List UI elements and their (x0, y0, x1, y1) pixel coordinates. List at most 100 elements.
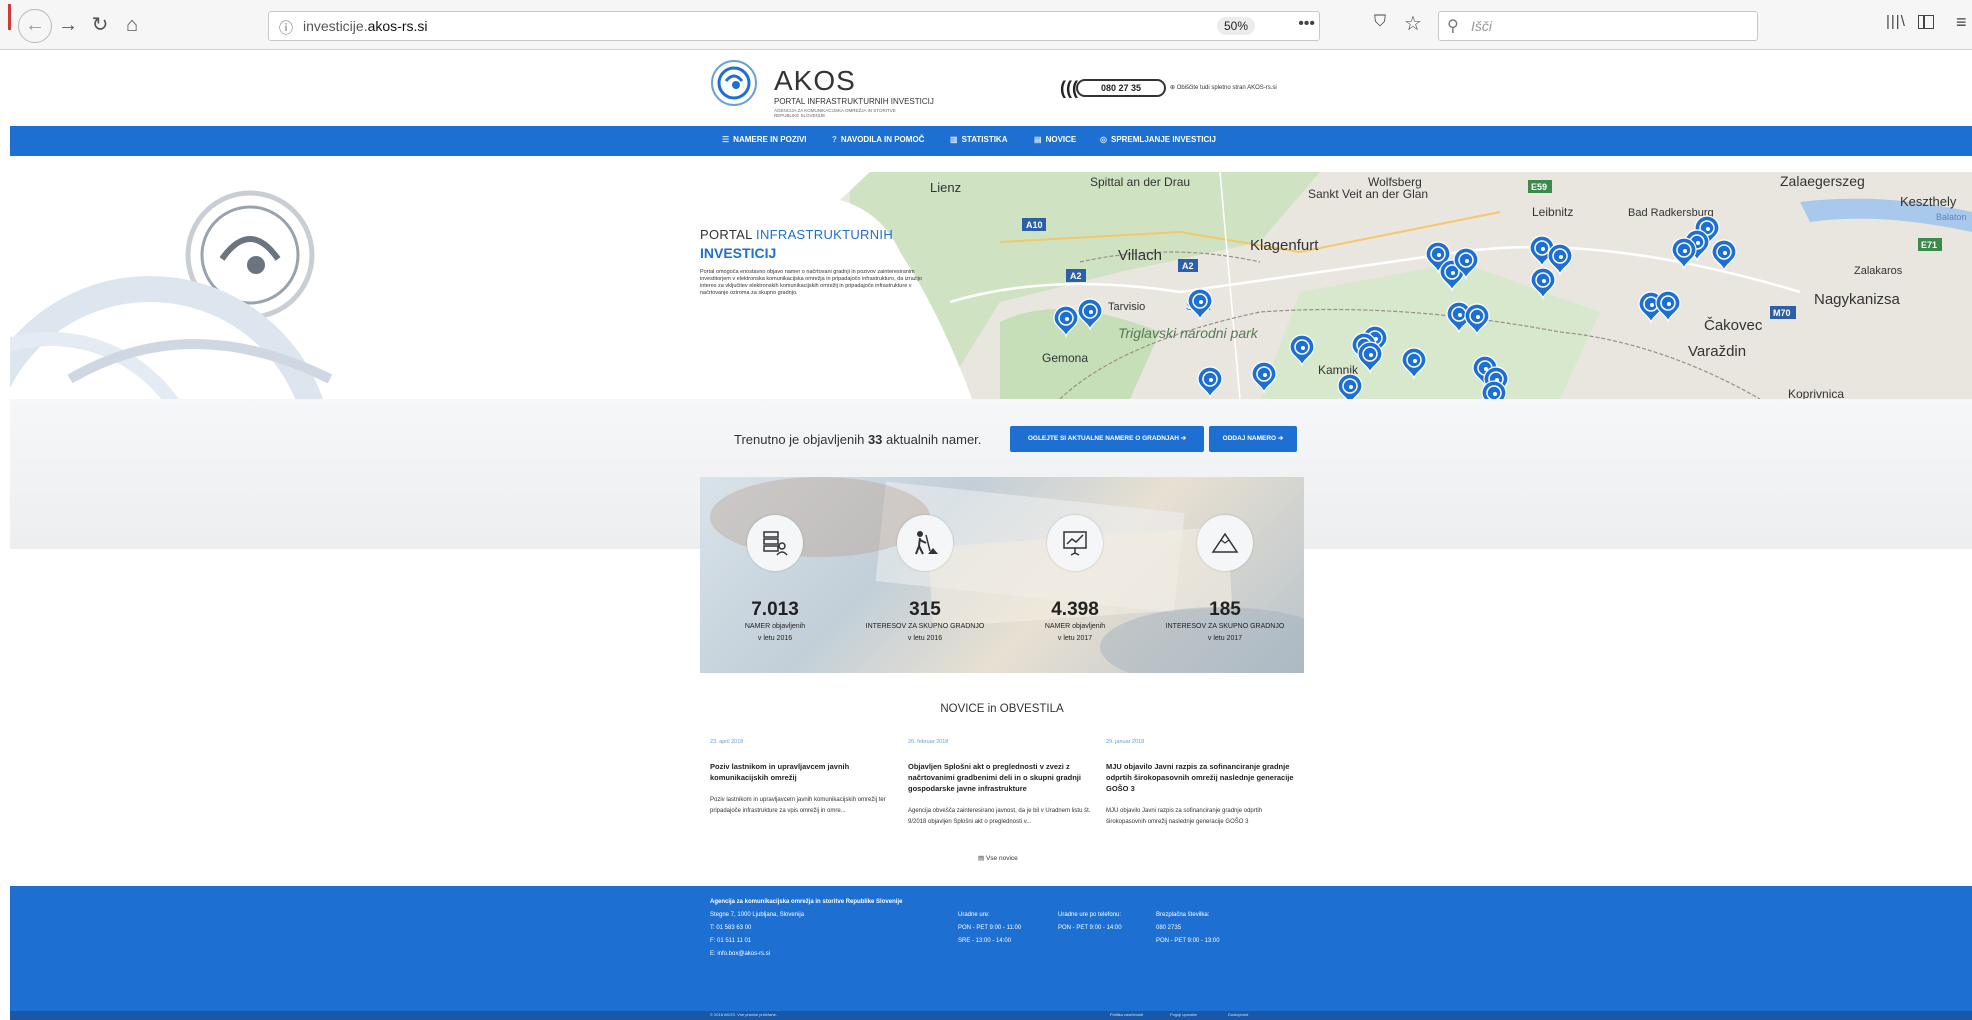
presentation-chart-icon (1047, 515, 1103, 571)
submit-intent-button[interactable]: ODDAJ NAMERO ➔ (1209, 426, 1297, 452)
logo-subtitle: PORTAL INFRASTRUKTURNIH INVESTICIJ (774, 97, 934, 106)
active-intents-text: Trenutno je objavljenih 33 aktualnih nam… (734, 432, 982, 447)
terms-link[interactable]: Pogoji uporabe (1170, 1012, 1197, 1017)
logo-agency-name: AGENCIJA ZA KOMUNIKACIJSKA OMREŽJA IN ST… (774, 108, 896, 118)
main-navigation: ☰ NAMERE IN POZIVI ? NAVODILA IN POMOČ ▥ ST… (10, 126, 1972, 156)
view-current-intents-button[interactable]: OGLEJTE SI AKTUALNE NAMERE O GRADNJAH ➔ (1010, 426, 1204, 452)
hamburger-menu-icon[interactable]: ≡ (1956, 12, 1967, 33)
map-label: Zalaegerszeg (1780, 173, 1865, 189)
nav-item-novice[interactable]: ▤ NOVICE (1034, 135, 1076, 144)
map-label: Keszthely (1900, 194, 1957, 209)
search-placeholder: Išči (1471, 18, 1492, 34)
stat-item: 4.398 NAMER objavljenih v letu 2017 (1000, 477, 1150, 673)
nav-item-statistika[interactable]: ▥ STATISTIKA (950, 135, 1007, 144)
arrow-left-icon: ← (25, 14, 45, 36)
arrow-circle-right-icon: ➔ (1180, 435, 1187, 442)
map-pin[interactable] (1481, 380, 1507, 399)
logo-title[interactable]: AKOS (774, 65, 856, 97)
footer-office-hours: Uradne ure: PON - PET 9:00 - 11:00 SRE -… (958, 912, 1022, 944)
stat-item: 185 INTERESOV ZA SKUPNO GRADNJO v letu 2… (1150, 477, 1300, 673)
page-actions-icon[interactable]: ••• (1298, 15, 1315, 33)
map-label: Sankt Veit an der Glan (1308, 187, 1428, 201)
target-icon: ◎ (1100, 135, 1107, 144)
map-label: Leibnitz (1532, 205, 1573, 219)
arrow-circle-right-icon: ➔ (1277, 435, 1284, 442)
stat-label: NAMER objavljenih (744, 623, 806, 630)
stat-year: v letu 2017 (1057, 635, 1093, 642)
digging-worker-icon (897, 515, 953, 571)
pocket-icon[interactable]: ⛉ (1374, 13, 1386, 31)
arrow-right-icon: → (58, 14, 78, 36)
news-icon: ▤ (1034, 135, 1042, 144)
news-icon: ▤ (978, 855, 985, 862)
stat-label: INTERESOV ZA SKUPNO GRADNJO (865, 623, 985, 630)
map-label: Tarvisio (1108, 301, 1145, 313)
news-heading: NOVICE in OBVESTILA (940, 703, 1064, 715)
forward-button[interactable]: → (56, 13, 80, 37)
back-button[interactable]: ← (18, 9, 52, 43)
url-text: investicije.akos-rs.si (303, 18, 428, 34)
help-icon: ? (832, 135, 837, 144)
chart-icon: ▥ (950, 135, 958, 144)
search-field[interactable]: ⚲ Išči (1438, 11, 1758, 41)
stat-label: NAMER objavljenih (1044, 623, 1106, 630)
reload-icon: ↻ (91, 14, 109, 36)
stat-value: 185 (1209, 599, 1241, 620)
window-accent (8, 4, 11, 30)
map-label: Zalakaros (1854, 265, 1903, 277)
map-label: Wolfsberg (1368, 175, 1422, 189)
sidebar-toggle-icon[interactable] (1918, 15, 1934, 29)
accessibility-link[interactable]: Dostopnost (1228, 1012, 1248, 1017)
bookmark-star-icon[interactable]: ☆ (1404, 11, 1422, 36)
external-site-link[interactable]: ⊕ Obiščite tudi spletno stran AKOS-rs.si (1170, 84, 1277, 91)
server-user-icon (747, 515, 803, 571)
reload-button[interactable]: ↻ (88, 13, 112, 37)
stat-value: 7.013 (751, 599, 799, 620)
browser-toolbar: ← → ↻ ⌂ ⓘ investicije.akos-rs.si 50% •••… (0, 0, 1972, 50)
footer-email[interactable]: E: info.box@akos-rs.si (710, 951, 770, 957)
map-label: Varaždin (1688, 343, 1746, 360)
stat-year: v letu 2016 (907, 635, 943, 642)
footer-free-number: Brezplačna številka: 080 2735 PON - PET … (1156, 912, 1220, 944)
svg-text:A2: A2 (1182, 261, 1194, 271)
news-title[interactable]: MJU objavilo Javni razpis za sofinancira… (1106, 761, 1296, 794)
nav-item-navodila[interactable]: ? NAVODILA IN POMOČ (832, 135, 924, 144)
home-button[interactable]: ⌂ (120, 13, 144, 37)
privacy-link[interactable]: Politika zasebnosti (1110, 1012, 1143, 1017)
svg-text:M70: M70 (1773, 308, 1791, 318)
info-icon[interactable]: ⓘ (279, 18, 293, 38)
phone-number: 080 27 35 (1076, 79, 1166, 97)
map-label: Gemona (1042, 351, 1088, 365)
library-icon[interactable]: |||\ (1886, 13, 1906, 30)
nav-item-namere[interactable]: ☰ NAMERE IN POZIVI (722, 135, 807, 144)
news-excerpt: MJU objavilo Javni razpis za sofinancira… (1106, 808, 1263, 825)
map-label: Villach (1118, 247, 1162, 264)
nav-item-spremljanje[interactable]: ◎ SPREMLJANJE INVESTICIJ (1100, 135, 1216, 144)
news-item[interactable]: 29. januar 2018 MJU objavilo Javni razpi… (1106, 739, 1296, 828)
news-title[interactable]: Objavljen Splošni akt o preglednosti v z… (908, 761, 1098, 794)
web-page: AKOS PORTAL INFRASTRUKTURNIH INVESTICIJ … (10, 51, 1972, 1020)
statistics-panel: 7.013 NAMER objavljenih v letu 2016 315 … (700, 477, 1304, 673)
news-item[interactable]: 26. februar 2018 Objavljen Splošni akt o… (908, 739, 1098, 828)
all-news-link[interactable]: ▤ Vse novice (978, 854, 1018, 862)
news-item[interactable]: 23. april 2018 Poziv lastnikom in upravl… (710, 739, 900, 817)
news-date: 26. februar 2018 (908, 739, 949, 745)
akos-logo-icon[interactable] (710, 59, 758, 107)
map-label: Klagenfurt (1250, 237, 1319, 254)
search-icon: ⚲ (1447, 18, 1459, 35)
sub-footer: © 2018 AKOS. Vse pravice pridržane. Poli… (10, 1011, 1972, 1020)
map-label: Spittal an der Drau (1090, 175, 1190, 189)
address-bar[interactable]: ⓘ investicije.akos-rs.si 50% ••• (268, 11, 1320, 41)
map-label: Balaton (1936, 212, 1967, 222)
list-icon: ☰ (722, 135, 730, 144)
stat-year: v letu 2016 (757, 635, 793, 642)
active-intents-count: 33 (867, 432, 883, 447)
news-title[interactable]: Poziv lastnikom in upravljavcem javnih k… (710, 761, 900, 783)
svg-text:E71: E71 (1921, 240, 1937, 250)
zoom-indicator[interactable]: 50% (1216, 17, 1255, 35)
footer-phone-hours: Uradne ure po telefonu: PON - PET 9:00 -… (1058, 912, 1122, 931)
map-label: Nagykanizsa (1814, 291, 1901, 308)
map-label: Koprivnica (1788, 387, 1844, 399)
stat-value: 4.398 (1051, 599, 1099, 620)
map-label: Triglavski narodni park (1118, 325, 1259, 341)
